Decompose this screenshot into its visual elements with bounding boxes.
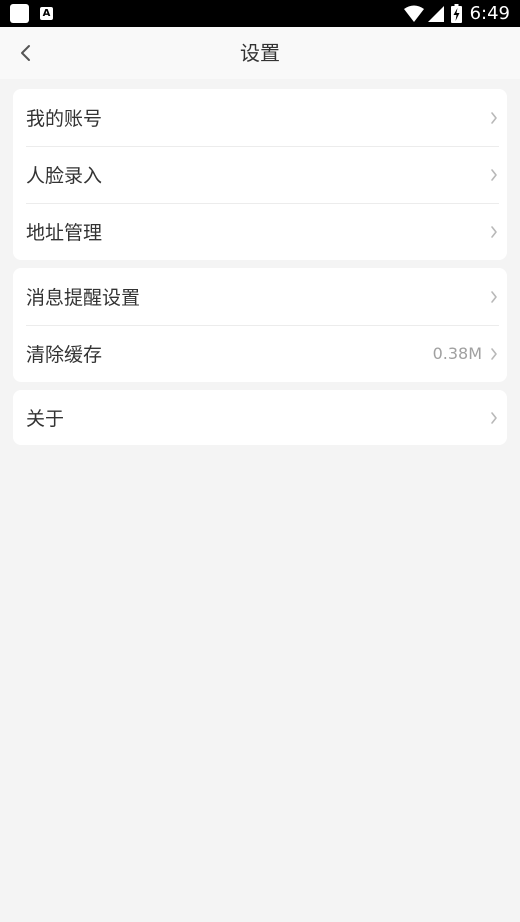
settings-item-address[interactable]: 地址管理 bbox=[13, 203, 507, 260]
chevron-right-icon bbox=[491, 411, 497, 424]
app-square-icon bbox=[10, 4, 29, 23]
chevron-right-icon bbox=[491, 225, 497, 238]
settings-item-label: 地址管理 bbox=[26, 222, 103, 244]
settings-group-about: 关于 bbox=[13, 390, 507, 445]
wifi-icon bbox=[403, 5, 424, 22]
page-title: 设置 bbox=[240, 41, 280, 65]
settings-group-account: 我的账号 人脸录入 地址管理 bbox=[13, 89, 507, 260]
a-box-icon: A bbox=[40, 7, 53, 20]
settings-group-app: 消息提醒设置 清除缓存 0.38M bbox=[13, 268, 507, 382]
system-icons: 6:49 bbox=[403, 3, 510, 24]
settings-item-label: 消息提醒设置 bbox=[26, 287, 141, 309]
chevron-right-icon bbox=[491, 168, 497, 181]
settings-item-label: 我的账号 bbox=[26, 108, 103, 130]
battery-icon bbox=[450, 4, 462, 23]
status-time: 6:49 bbox=[469, 3, 510, 24]
settings-item-my-account[interactable]: 我的账号 bbox=[13, 89, 507, 146]
chevron-right-icon bbox=[491, 111, 497, 124]
cache-size-value: 0.38M bbox=[432, 344, 482, 363]
settings-item-label: 关于 bbox=[26, 408, 65, 430]
signal-icon bbox=[427, 5, 444, 22]
settings-item-about[interactable]: 关于 bbox=[13, 390, 507, 445]
settings-item-label: 清除缓存 bbox=[26, 344, 103, 366]
status-bar: A 6:49 bbox=[0, 0, 520, 27]
settings-item-face-enroll[interactable]: 人脸录入 bbox=[13, 146, 507, 203]
header-bar: 设置 bbox=[0, 27, 520, 79]
settings-item-label: 人脸录入 bbox=[26, 165, 103, 187]
settings-item-clear-cache[interactable]: 清除缓存 0.38M bbox=[13, 325, 507, 382]
notification-icons: A bbox=[10, 4, 53, 23]
settings-item-notifications[interactable]: 消息提醒设置 bbox=[13, 268, 507, 325]
chevron-right-icon bbox=[491, 347, 497, 360]
chevron-right-icon bbox=[491, 290, 497, 303]
